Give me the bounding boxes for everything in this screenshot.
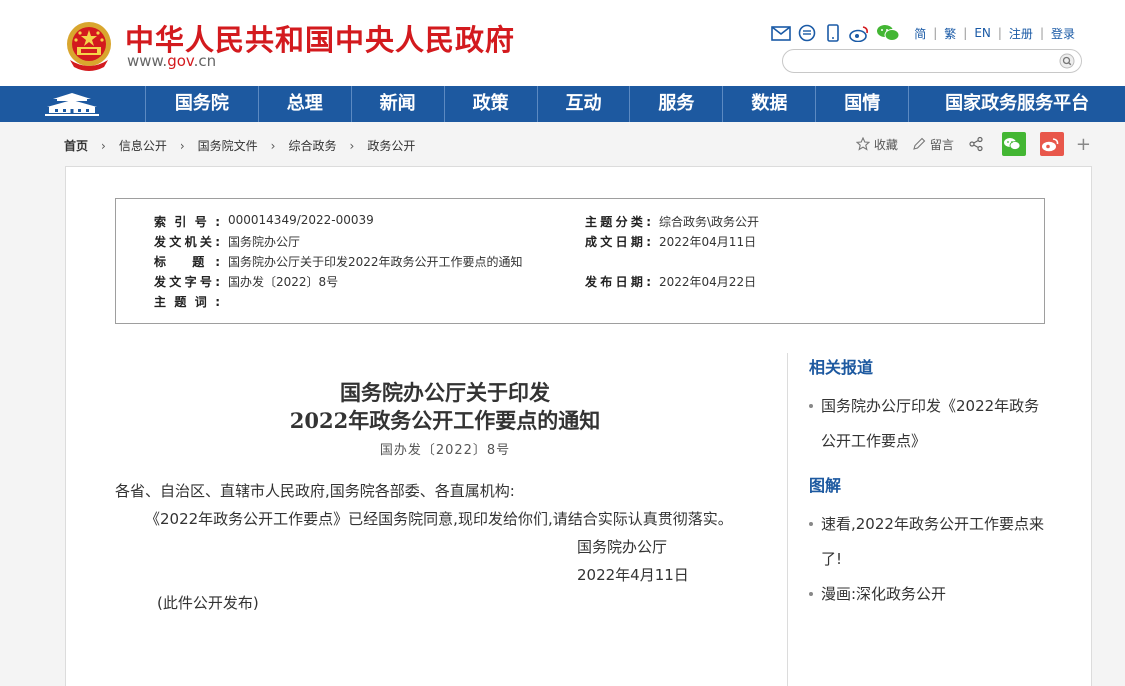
meta-publish-date-label: 发布日期: <box>585 275 651 289</box>
favorite-button[interactable]: 收藏 <box>855 136 898 153</box>
meta-title-label: 标 题: <box>154 255 220 269</box>
meta-doc-no-label: 发文字号: <box>154 275 220 289</box>
breadcrumb: 首页 › 信息公开 › 国务院文件 › 综合政务 › 政务公开 <box>64 137 415 154</box>
document-meta-table: 索引号: 000014349/2022-00039 主题分类: 综合政务\政务公… <box>115 198 1045 324</box>
national-emblem-icon[interactable] <box>64 20 114 72</box>
related-report-item[interactable]: 国务院办公厅印发《2022年政务公开工作要点》 <box>809 389 1049 459</box>
column-divider <box>787 353 788 686</box>
share-button[interactable] <box>968 136 988 152</box>
nav-item-interaction[interactable]: 互动 <box>538 86 631 122</box>
comment-label: 留言 <box>929 137 954 152</box>
share-toolbar: 收藏 留言 + <box>842 132 1091 156</box>
nav-item-news[interactable]: 新闻 <box>352 86 445 122</box>
wechat-icon <box>1003 138 1021 150</box>
mobile-icon[interactable] <box>823 23 843 43</box>
site-url[interactable]: www.gov.cn <box>127 52 216 70</box>
share-wechat-button[interactable] <box>1001 132 1026 156</box>
comment-button[interactable]: 留言 <box>912 136 954 153</box>
share-weibo-button[interactable] <box>1039 132 1064 156</box>
register-link[interactable]: 注册 <box>1002 25 1040 42</box>
breadcrumb-gov-affairs-disclosure[interactable]: 政务公开 <box>367 137 415 154</box>
meta-row: 标 题: 国务院办公厅关于印发2022年政务公开工作要点的通知 <box>116 253 1044 273</box>
breadcrumb-bar: 首页 › 信息公开 › 国务院文件 › 综合政务 › 政务公开 收藏 留言 + <box>0 122 1125 166</box>
breadcrumb-general-affairs[interactable]: 综合政务 <box>288 137 336 154</box>
meta-keywords-label: 主题词: <box>154 295 220 309</box>
related-reports-list: 国务院办公厅印发《2022年政务公开工作要点》 <box>809 389 1049 459</box>
article-title: 国务院办公厅关于印发 2022年政务公开工作要点的通知 <box>115 379 775 435</box>
meta-row: 主题词: <box>116 293 1044 313</box>
meta-index-value: 000014349/2022-00039 <box>228 213 374 227</box>
nav-item-data[interactable]: 数据 <box>723 86 817 122</box>
mail-icon[interactable] <box>771 23 791 43</box>
breadcrumb-separator-icon: › <box>270 138 276 153</box>
meta-title-value: 国务院办公厅关于印发2022年政务公开工作要点的通知 <box>228 255 523 269</box>
article-paragraph: 《2022年政务公开工作要点》已经国务院同意,现印发给你们,请结合实际认真贯彻落… <box>145 510 733 528</box>
graphics-heading: 图解 <box>809 476 842 495</box>
login-link[interactable]: 登录 <box>1044 25 1075 42</box>
wechat-icon[interactable] <box>875 23 901 43</box>
weibo-icon <box>1041 137 1059 151</box>
meta-doc-no-value: 国办发〔2022〕8号 <box>228 275 339 289</box>
graphic-item[interactable]: 漫画:深化政务公开 <box>809 577 1049 612</box>
article-title-line2: 2022年政务公开工作要点的通知 <box>289 408 601 433</box>
article-salutation: 各省、自治区、直辖市人民政府,国务院各部委、各直属机构: <box>115 482 515 500</box>
nav-item-national-info[interactable]: 国情 <box>816 86 910 122</box>
site-url-brand: gov <box>167 52 194 70</box>
breadcrumb-separator-icon: › <box>179 138 185 153</box>
lang-simplified-link[interactable]: 简 <box>907 25 933 42</box>
meta-index-label: 索引号: <box>154 215 220 229</box>
site-url-prefix: www. <box>127 52 168 70</box>
share-icon <box>969 136 983 152</box>
related-reports-heading: 相关报道 <box>809 358 874 377</box>
content-card: 索引号: 000014349/2022-00039 主题分类: 综合政务\政务公… <box>65 166 1092 686</box>
article-note: (此件公开发布) <box>157 594 259 612</box>
search-box <box>782 49 1082 73</box>
graphic-item[interactable]: 速看,2022年政务公开工作要点来了! <box>809 507 1049 577</box>
meta-written-date-value: 2022年04月11日 <box>659 235 757 249</box>
breadcrumb-state-council-docs[interactable]: 国务院文件 <box>198 137 258 154</box>
more-share-icon[interactable]: + <box>1076 134 1091 155</box>
search-icon[interactable] <box>1059 53 1075 69</box>
tiananmen-icon <box>45 93 100 116</box>
weibo-icon[interactable] <box>849 23 869 43</box>
breadcrumb-separator-icon: › <box>349 138 355 153</box>
top-toolbar: 简 | 繁 | EN | 注册 | 登录 <box>771 22 1075 44</box>
breadcrumb-home[interactable]: 首页 <box>64 137 88 154</box>
lang-traditional-link[interactable]: 繁 <box>937 25 963 42</box>
main-nav: 国务院 总理 新闻 政策 互动 服务 数据 国情 国家政务服务平台 <box>0 86 1125 122</box>
meta-issuer-value: 国务院办公厅 <box>228 235 301 249</box>
nav-item-state-council[interactable]: 国务院 <box>146 86 259 122</box>
message-icon[interactable] <box>797 23 817 43</box>
article-body: 各省、自治区、直辖市人民政府,国务院各部委、各直属机构: 《2022年政务公开工… <box>115 477 775 617</box>
star-icon <box>855 137 870 151</box>
nav-home[interactable] <box>0 86 146 122</box>
sidebar: 相关报道 国务院办公厅印发《2022年政务公开工作要点》 图解 速看,2022年… <box>809 353 1049 624</box>
meta-row: 发文机关: 国务院办公厅 成文日期: 2022年04月11日 <box>116 233 1044 253</box>
meta-issuer-label: 发文机关: <box>154 235 220 249</box>
meta-publish-date-value: 2022年04月22日 <box>659 275 757 289</box>
article-title-line1: 国务院办公厅关于印发 <box>340 380 550 405</box>
breadcrumb-info-disclosure[interactable]: 信息公开 <box>119 137 167 154</box>
article-doc-number: 国办发〔2022〕8号 <box>379 443 511 458</box>
breadcrumb-separator-icon: › <box>101 138 106 153</box>
article: 国务院办公厅关于印发 2022年政务公开工作要点的通知 国办发〔2022〕8号 … <box>115 353 775 612</box>
meta-written-date-label: 成文日期: <box>585 235 651 249</box>
meta-row: 索引号: 000014349/2022-00039 主题分类: 综合政务\政务公… <box>116 213 1044 233</box>
nav-item-policy[interactable]: 政策 <box>445 86 538 122</box>
meta-row: 发文字号: 国办发〔2022〕8号 发布日期: 2022年04月22日 <box>116 273 1044 293</box>
site-url-suffix: .cn <box>193 52 217 70</box>
lang-english-link[interactable]: EN <box>967 26 998 40</box>
nav-item-services[interactable]: 服务 <box>630 86 724 122</box>
meta-category-value: 综合政务\政务公开 <box>659 215 760 229</box>
meta-category-label: 主题分类: <box>585 215 651 229</box>
search-input[interactable] <box>795 51 1055 71</box>
nav-item-premier[interactable]: 总理 <box>259 86 352 122</box>
nav-item-gov-service-platform[interactable]: 国家政务服务平台 <box>909 86 1125 122</box>
site-header: 中华人民共和国中央人民政府 www.gov.cn 简 | 繁 | EN | 注册 | 登… <box>0 0 1125 86</box>
favorite-label: 收藏 <box>873 137 898 152</box>
pencil-icon <box>913 137 926 150</box>
graphics-list: 速看,2022年政务公开工作要点来了! 漫画:深化政务公开 <box>809 507 1049 612</box>
